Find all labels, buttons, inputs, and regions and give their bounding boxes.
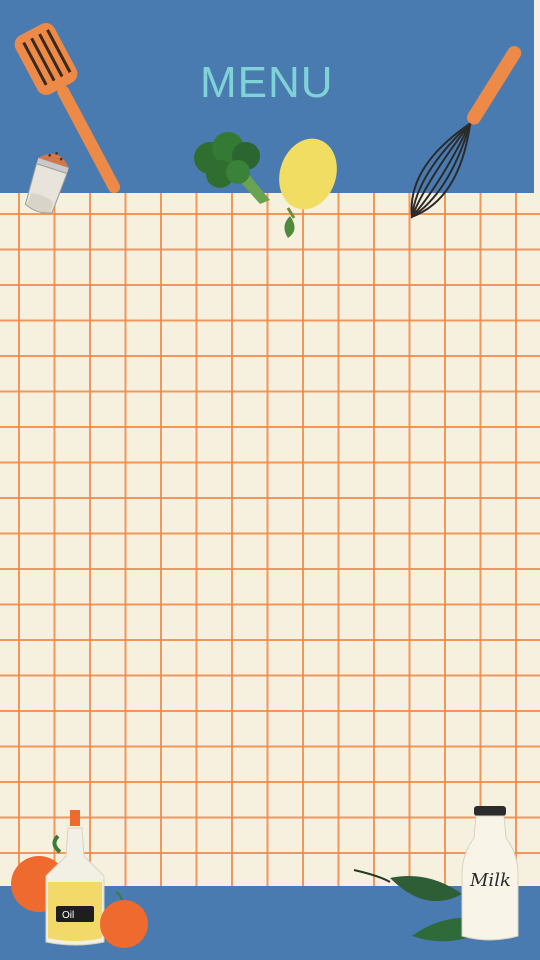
salt-shaker-icon	[24, 151, 69, 214]
edge-strip	[534, 0, 540, 193]
whisk-icon	[410, 46, 522, 219]
menu-card: MENU Oil Milk	[0, 0, 540, 960]
broccoli-icon	[194, 132, 270, 204]
oil-label: Oil	[62, 910, 74, 921]
milk-bottle-icon: Milk	[461, 806, 519, 941]
orange-small-icon	[100, 891, 148, 948]
milk-label: Milk	[469, 870, 511, 891]
grid-paper	[0, 193, 540, 886]
menu-title: MENU	[200, 58, 334, 107]
lemon-icon	[279, 138, 337, 238]
